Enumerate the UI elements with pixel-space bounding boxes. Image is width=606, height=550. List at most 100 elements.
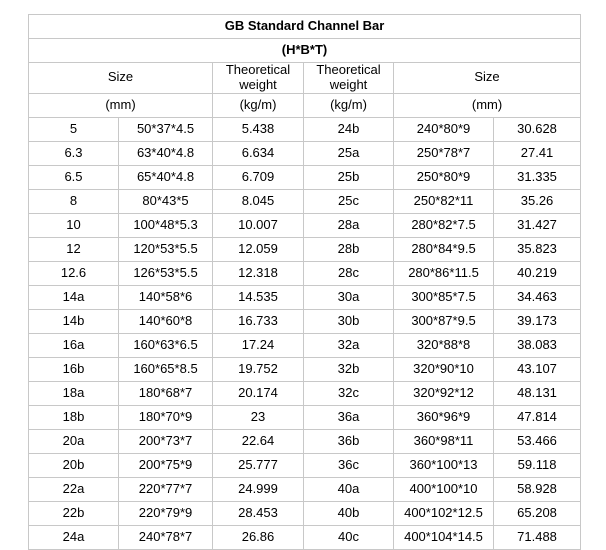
cell-weight-left: 26.86 xyxy=(212,524,304,550)
cell-size-designation-left: 18a xyxy=(28,380,119,406)
cell-dimensions-left: 240*78*7 xyxy=(118,524,213,550)
cell-weight-left: 8.045 xyxy=(212,188,304,214)
cell-dimensions-left: 180*68*7 xyxy=(118,380,213,406)
cell-size-designation-left: 8 xyxy=(28,188,119,214)
cell-dimensions-right: 360*98*11 xyxy=(393,428,494,454)
cell-size-designation-left: 12 xyxy=(28,236,119,262)
header-theoretical-weight-right: Theoretical weight xyxy=(303,62,394,94)
cell-weight-right: 31.427 xyxy=(492,212,582,238)
cell-dimensions-left: 140*58*6 xyxy=(118,284,213,310)
cell-weight-left: 14.535 xyxy=(212,284,304,310)
cell-dimensions-right: 360*96*9 xyxy=(393,404,494,430)
cell-dimensions-left: 200*75*9 xyxy=(118,452,213,478)
cell-dimensions-right: 250*78*7 xyxy=(393,140,494,166)
cell-weight-left: 6.634 xyxy=(212,140,304,166)
cell-dimensions-left: 160*65*8.5 xyxy=(118,356,213,382)
header-size-left: Size xyxy=(28,62,213,94)
cell-weight-right: 35.26 xyxy=(492,188,582,214)
cell-weight-right: 53.466 xyxy=(492,428,582,454)
cell-weight-right: 58.928 xyxy=(492,476,582,502)
table-row: 5 50*37*4.5 5.438 24b 240*80*9 30.628 xyxy=(28,116,582,142)
cell-weight-right: 31.335 xyxy=(492,164,582,190)
table-subtitle-row: (H*B*T) xyxy=(27,38,582,63)
cell-dimensions-right: 250*80*9 xyxy=(393,164,494,190)
cell-dimensions-right: 320*90*10 xyxy=(393,356,494,382)
cell-size-designation-right: 30a xyxy=(303,284,394,310)
cell-size-designation-left: 22b xyxy=(28,500,119,526)
cell-weight-right: 39.173 xyxy=(492,308,582,334)
table-title-row: GB Standard Channel Bar xyxy=(27,14,582,39)
cell-weight-left: 6.709 xyxy=(212,164,304,190)
cell-weight-right: 35.823 xyxy=(492,236,582,262)
cell-weight-right: 30.628 xyxy=(492,116,582,142)
cell-size-designation-right: 28b xyxy=(303,236,394,262)
cell-dimensions-left: 180*70*9 xyxy=(118,404,213,430)
cell-weight-left: 23 xyxy=(212,404,304,430)
cell-dimensions-left: 220*77*7 xyxy=(118,476,213,502)
cell-dimensions-right: 280*82*7.5 xyxy=(393,212,494,238)
table-row: 24a 240*78*7 26.86 40c 400*104*14.5 71.488 xyxy=(28,524,582,550)
cell-dimensions-right: 280*84*9.5 xyxy=(393,236,494,262)
cell-size-designation-left: 14b xyxy=(28,308,119,334)
table-row: 8 80*43*5 8.045 25c 250*82*11 35.26 xyxy=(28,188,582,214)
cell-dimensions-left: 100*48*5.3 xyxy=(118,212,213,238)
cell-size-designation-right: 32b xyxy=(303,356,394,382)
cell-weight-left: 20.174 xyxy=(212,380,304,406)
header-size-right: Size xyxy=(392,62,582,94)
table-title: GB Standard Channel Bar xyxy=(27,14,582,39)
table-row: 12.6 126*53*5.5 12.318 28c 280*86*11.5 40.219 xyxy=(28,260,582,286)
cell-size-designation-left: 5 xyxy=(28,116,119,142)
cell-size-designation-right: 25b xyxy=(303,164,394,190)
cell-size-designation-left: 16b xyxy=(28,356,119,382)
table-row: 22a 220*77*7 24.999 40a 400*100*10 58.928 xyxy=(28,476,582,502)
cell-dimensions-left: 80*43*5 xyxy=(118,188,213,214)
cell-dimensions-right: 400*102*12.5 xyxy=(393,500,494,526)
cell-size-designation-right: 28c xyxy=(303,260,394,286)
cell-size-designation-left: 20a xyxy=(28,428,119,454)
cell-dimensions-left: 65*40*4.8 xyxy=(118,164,213,190)
unit-size-right: (mm) xyxy=(392,92,582,118)
cell-weight-right: 59.118 xyxy=(492,452,582,478)
cell-weight-left: 25.777 xyxy=(212,452,304,478)
cell-weight-left: 17.24 xyxy=(212,332,304,358)
unit-header-row: (mm) (kg/m) (kg/m) (mm) xyxy=(28,92,582,118)
cell-size-designation-right: 25c xyxy=(303,188,394,214)
cell-size-designation-right: 40b xyxy=(303,500,394,526)
cell-dimensions-right: 360*100*13 xyxy=(393,452,494,478)
cell-dimensions-left: 126*53*5.5 xyxy=(118,260,213,286)
cell-size-designation-right: 36a xyxy=(303,404,394,430)
unit-size-left: (mm) xyxy=(28,92,213,118)
cell-size-designation-left: 12.6 xyxy=(28,260,119,286)
cell-dimensions-right: 400*104*14.5 xyxy=(393,524,494,550)
table-row: 6.3 63*40*4.8 6.634 25a 250*78*7 27.41 xyxy=(28,140,582,166)
cell-dimensions-right: 400*100*10 xyxy=(393,476,494,502)
cell-dimensions-left: 140*60*8 xyxy=(118,308,213,334)
table-subtitle: (H*B*T) xyxy=(27,38,582,63)
column-header-row: Size Theoretical weight Theoretical weig… xyxy=(28,62,582,94)
table-row: 14a 140*58*6 14.535 30a 300*85*7.5 34.463 xyxy=(28,284,582,310)
table-row: 10 100*48*5.3 10.007 28a 280*82*7.5 31.427 xyxy=(28,212,582,238)
gb-standard-channel-bar-table: GB Standard Channel Bar (H*B*T) Size The… xyxy=(27,14,582,550)
cell-size-designation-left: 10 xyxy=(28,212,119,238)
cell-weight-left: 19.752 xyxy=(212,356,304,382)
cell-weight-left: 28.453 xyxy=(212,500,304,526)
cell-dimensions-left: 63*40*4.8 xyxy=(118,140,213,166)
cell-size-designation-right: 32c xyxy=(303,380,394,406)
cell-dimensions-left: 50*37*4.5 xyxy=(118,116,213,142)
cell-weight-right: 34.463 xyxy=(492,284,582,310)
cell-weight-right: 65.208 xyxy=(492,500,582,526)
cell-size-designation-right: 40a xyxy=(303,476,394,502)
cell-weight-right: 47.814 xyxy=(492,404,582,430)
cell-dimensions-left: 200*73*7 xyxy=(118,428,213,454)
table-row: 20a 200*73*7 22.64 36b 360*98*11 53.466 xyxy=(28,428,582,454)
cell-size-designation-left: 18b xyxy=(28,404,119,430)
cell-dimensions-right: 250*82*11 xyxy=(393,188,494,214)
cell-size-designation-right: 24b xyxy=(303,116,394,142)
cell-weight-left: 12.059 xyxy=(212,236,304,262)
cell-size-designation-left: 6.3 xyxy=(28,140,119,166)
cell-size-designation-right: 40c xyxy=(303,524,394,550)
table-row: 16a 160*63*6.5 17.24 32a 320*88*8 38.083 xyxy=(28,332,582,358)
cell-size-designation-right: 36b xyxy=(303,428,394,454)
table-row: 12 120*53*5.5 12.059 28b 280*84*9.5 35.823 xyxy=(28,236,582,262)
cell-weight-right: 48.131 xyxy=(492,380,582,406)
